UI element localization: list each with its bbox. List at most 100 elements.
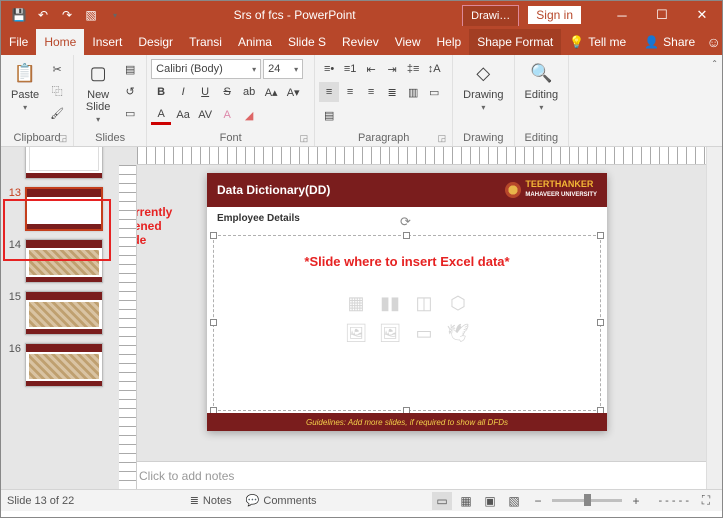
insert-smartart-icon[interactable]: ◫ (410, 291, 438, 315)
start-from-beginning-icon[interactable]: ▧ (79, 3, 103, 27)
zoom-slider[interactable] (552, 499, 622, 502)
font-color-icon[interactable]: A (151, 105, 171, 125)
tab-insert[interactable]: Insert (84, 29, 130, 55)
format-painter-icon[interactable]: 🖌 (47, 103, 67, 123)
justify-icon[interactable]: ≣ (382, 82, 402, 102)
shadow-button[interactable]: ab (239, 82, 259, 102)
align-left-icon[interactable]: ≡ (319, 82, 339, 102)
slide-sorter-icon[interactable]: ▦ (456, 492, 476, 510)
align-center-icon[interactable]: ≡ (340, 82, 360, 102)
zoom-handle[interactable] (584, 494, 591, 506)
thumb-14[interactable]: 14 (1, 235, 119, 287)
thumb-12[interactable]: 12 (1, 147, 119, 183)
sign-in-button[interactable]: Sign in (527, 5, 582, 25)
slideshow-view-icon[interactable]: ▧ (504, 492, 524, 510)
slide[interactable]: Data Dictionary(DD) TEERTHANKERMAHAVEER … (207, 173, 607, 431)
indent-inc-icon[interactable]: ⇥ (382, 59, 402, 79)
content-placeholder[interactable]: ⟳ *Slide where to insert Excel data* ▦ ▮… (213, 235, 601, 411)
insert-online-picture-icon[interactable]: 🖼 (376, 321, 404, 345)
insert-chart-icon[interactable]: ▮▮ (376, 291, 404, 315)
bold-button[interactable]: B (151, 82, 171, 102)
collapse-ribbon-icon[interactable]: ⌃ (711, 59, 718, 68)
tab-view[interactable]: View (387, 29, 429, 55)
new-slide-button[interactable]: ▢ New Slide ▾ (78, 57, 118, 126)
drawing-button[interactable]: ◇ Drawing ▾ (457, 57, 509, 114)
text-direction-icon[interactable]: ↕A (424, 59, 444, 79)
resize-handle[interactable] (210, 319, 217, 326)
paragraph-launcher-icon[interactable]: ◲ (438, 133, 447, 144)
bullets-icon[interactable]: ≡• (319, 59, 339, 79)
tab-slideshow[interactable]: Slide S (280, 29, 334, 55)
normal-view-icon[interactable]: ▭ (432, 492, 452, 510)
convert-smartart-icon[interactable]: ▤ (319, 105, 339, 125)
increase-font-icon[interactable]: A▴ (261, 82, 281, 102)
slide-canvas[interactable]: Data Dictionary(DD) TEERTHANKERMAHAVEER … (137, 165, 706, 461)
rotate-handle-icon[interactable]: ⟳ (400, 214, 414, 228)
char-spacing-icon[interactable]: AV (195, 105, 215, 125)
font-name-select[interactable]: Calibri (Body)▾ (151, 59, 261, 79)
align-right-icon[interactable]: ≡ (361, 82, 381, 102)
comments-button[interactable]: 💬Comments (246, 494, 317, 507)
line-spacing-icon[interactable]: ‡≡ (403, 59, 423, 79)
thumb-16[interactable]: 16 (1, 339, 119, 391)
tab-review[interactable]: Reviev (334, 29, 387, 55)
feedback-icon[interactable]: ☺ (705, 29, 722, 55)
vertical-scrollbar[interactable] (706, 147, 722, 489)
editing-button[interactable]: 🔍 Editing ▾ (519, 57, 565, 114)
tab-file[interactable]: File (1, 29, 36, 55)
tab-tellme[interactable]: 💡 Tell me (561, 29, 634, 55)
align-text-icon[interactable]: ▭ (424, 82, 444, 102)
tab-shape-format[interactable]: Shape Format (469, 29, 561, 55)
notes-pane[interactable]: Click to add notes (119, 461, 706, 489)
share-button[interactable]: 👤 Share (634, 29, 705, 55)
tab-help[interactable]: Help (429, 29, 470, 55)
italic-button[interactable]: I (173, 82, 193, 102)
redo-icon[interactable]: ↷ (55, 3, 79, 27)
decrease-font-icon[interactable]: A▾ (283, 82, 303, 102)
reading-view-icon[interactable]: ▣ (480, 492, 500, 510)
zoom-out-icon[interactable]: − (528, 492, 548, 510)
font-size-select[interactable]: 24▾ (263, 59, 303, 79)
resize-handle[interactable] (597, 232, 604, 239)
reset-icon[interactable]: ↺ (120, 81, 140, 101)
slide-thumbnails-pane[interactable]: 12 13 14 15 16 (1, 147, 119, 489)
copy-icon[interactable]: ⿻ (47, 81, 67, 101)
clipboard-launcher-icon[interactable]: ◲ (59, 133, 68, 144)
paste-button[interactable]: 📋 Paste ▾ (5, 57, 45, 114)
resize-handle[interactable] (597, 319, 604, 326)
tab-transitions[interactable]: Transi (181, 29, 230, 55)
minimize-icon[interactable]: ─ (602, 1, 642, 29)
cut-icon[interactable]: ✂ (47, 59, 67, 79)
indent-dec-icon[interactable]: ⇤ (361, 59, 381, 79)
tab-animations[interactable]: Anima (230, 29, 280, 55)
insert-video-icon[interactable]: ▭ (410, 321, 438, 345)
font-launcher-icon[interactable]: ◲ (300, 133, 309, 144)
thumb-13[interactable]: 13 (1, 183, 119, 235)
fit-to-window-icon[interactable]: ⛶ (696, 492, 716, 510)
zoom-value[interactable]: - - - - - (650, 495, 692, 507)
columns-icon[interactable]: ▥ (403, 82, 423, 102)
close-icon[interactable]: ✕ (682, 1, 722, 29)
clear-format-icon[interactable]: ◢ (239, 105, 259, 125)
undo-icon[interactable]: ↶ (31, 3, 55, 27)
underline-button[interactable]: U (195, 82, 215, 102)
layout-icon[interactable]: ▤ (120, 59, 140, 79)
tab-home[interactable]: Home (36, 29, 84, 55)
numbering-icon[interactable]: ≡1 (340, 59, 360, 79)
insert-table-icon[interactable]: ▦ (342, 291, 370, 315)
section-icon[interactable]: ▭ (120, 103, 140, 123)
tab-design[interactable]: Desigr (130, 29, 181, 55)
strike-button[interactable]: S (217, 82, 237, 102)
change-case-icon[interactable]: Aa (173, 105, 193, 125)
resize-handle[interactable] (210, 232, 217, 239)
slide-counter[interactable]: Slide 13 of 22 (7, 495, 74, 507)
insert-picture-icon[interactable]: 🖼 (342, 321, 370, 345)
notes-button[interactable]: ≣Notes (190, 494, 232, 507)
thumb-15[interactable]: 15 (1, 287, 119, 339)
qa-customize-icon[interactable]: ▾ (103, 3, 127, 27)
maximize-icon[interactable]: ☐ (642, 1, 682, 29)
highlight-icon[interactable]: A (217, 105, 237, 125)
insert-3d-icon[interactable]: ⬡ (444, 291, 472, 315)
save-icon[interactable]: 💾 (7, 3, 31, 27)
zoom-in-icon[interactable]: + (626, 492, 646, 510)
